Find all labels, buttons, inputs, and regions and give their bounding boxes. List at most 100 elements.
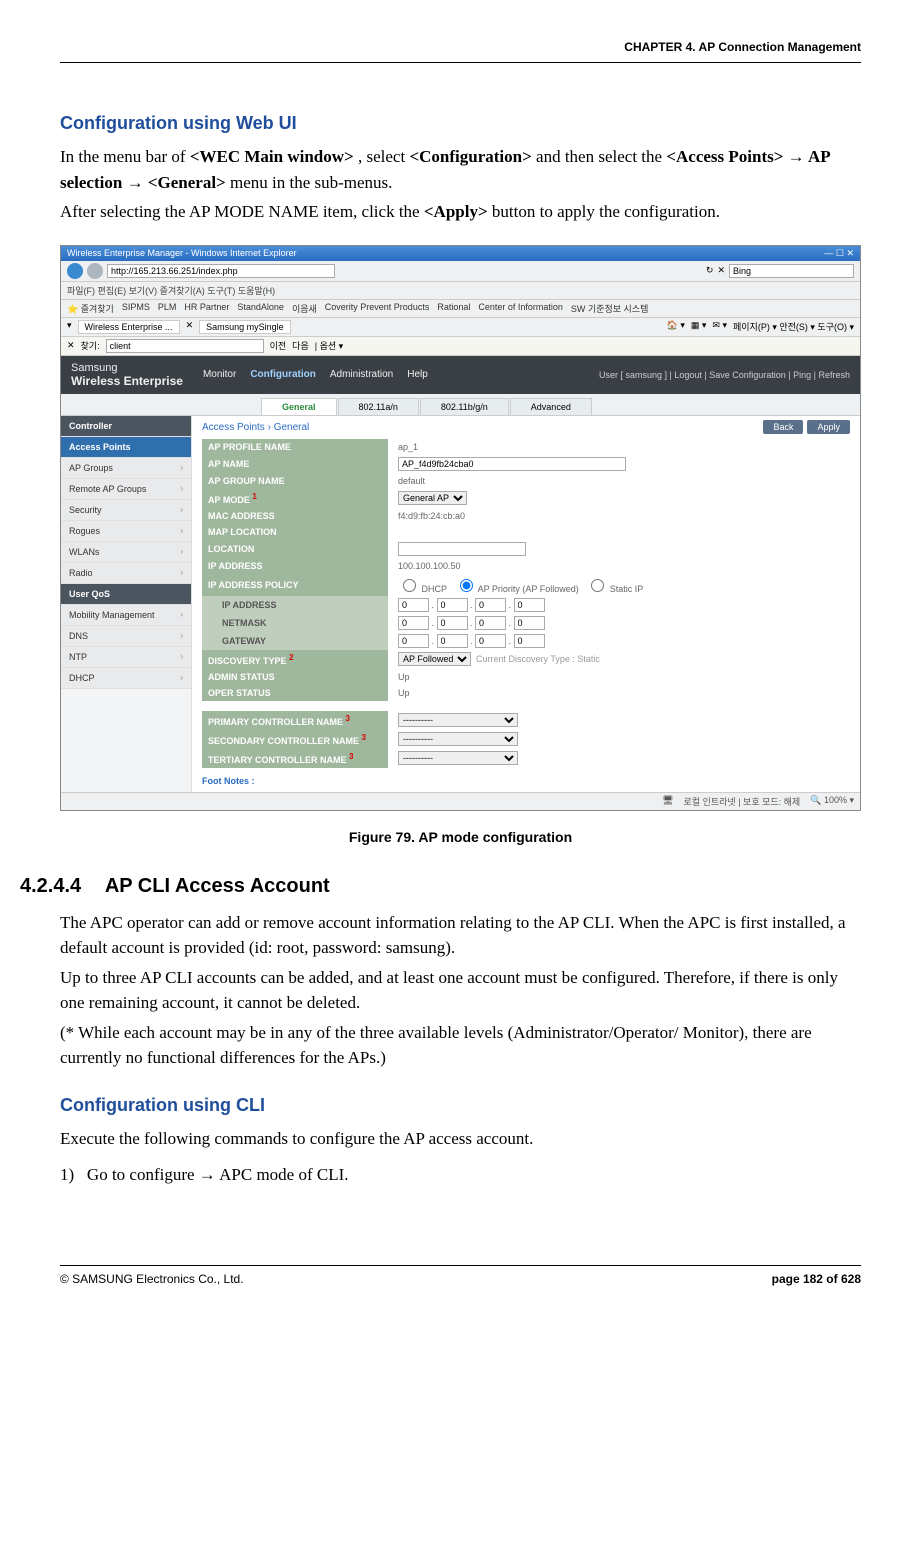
chevron-right-icon: › [180,484,183,493]
status-zoom[interactable]: 🔍 100% ▾ [810,795,854,808]
octet-input[interactable] [514,634,545,648]
window-controls[interactable]: — ☐ ✕ [824,248,854,259]
refresh-icon[interactable]: ↻ [706,265,714,276]
location-input[interactable] [398,542,526,556]
fav-item[interactable]: Coverity Prevent Products [325,302,430,315]
octet-input[interactable] [475,616,506,630]
nav-help[interactable]: Help [407,369,428,380]
octet-input[interactable] [475,598,506,612]
browser-tab[interactable]: Wireless Enterprise ... [78,320,180,334]
table-row: AP NAME [202,455,850,473]
fav-item[interactable]: 이음새 [292,302,317,315]
main-nav: Monitor Configuration Administration Hel… [203,369,428,380]
webui-paragraph-1: In the menu bar of <WEC Main window> , s… [60,144,861,195]
fav-item[interactable]: SW 기준정보 시스템 [571,302,648,315]
radio-dhcp[interactable] [403,579,416,592]
nav-configuration[interactable]: Configuration [250,369,316,380]
secondary-controller-select[interactable]: ---------- [398,732,518,746]
sidebar-item-controller[interactable]: Controller [61,416,191,437]
sidebar-item-rogues[interactable]: Rogues› [61,521,191,542]
apply-button[interactable]: Apply [807,420,850,434]
octet-input[interactable] [514,598,545,612]
tab-advanced[interactable]: Advanced [510,398,592,415]
radio-static[interactable] [591,579,604,592]
octet-input[interactable] [398,616,429,630]
radio-ap-priority[interactable] [460,579,473,592]
table-row: IP ADDRESS POLICY DHCP AP Priority (AP F… [202,574,850,596]
sidebar-item-wlans[interactable]: WLANs› [61,542,191,563]
sidebar-item-ntp[interactable]: NTP› [61,647,191,668]
para-4244-3: (* While each account may be in any of t… [60,1020,861,1071]
octet-input[interactable] [514,616,545,630]
feeds-icon[interactable]: ▦ ▾ [691,320,707,334]
find-label: 찾기: [81,339,100,352]
back-button[interactable]: Back [763,420,803,434]
nav-monitor[interactable]: Monitor [203,369,236,380]
octet-input[interactable] [475,634,506,648]
sidebar-item-mobility[interactable]: Mobility Management› [61,605,191,626]
octet-input[interactable] [437,634,468,648]
tab-80211bgn[interactable]: 802.11b/g/n [420,398,509,415]
table-row: ADMIN STATUSUp [202,669,850,685]
text-bold: <Configuration> [409,147,531,166]
find-close-icon[interactable]: ✕ [67,340,75,351]
tertiary-controller-select[interactable]: ---------- [398,751,518,765]
chapter-header: CHAPTER 4. AP Connection Management [60,40,861,58]
field-label: IP ADDRESS [202,596,388,614]
fav-item[interactable]: SIPMS [122,302,150,315]
section-number: 4.2.4.4 [20,875,100,898]
copyright: © SAMSUNG Electronics Co., Ltd. [60,1272,244,1286]
back-icon[interactable] [67,263,83,279]
field-label: AP NAME [202,455,388,473]
home-icon[interactable]: 🏠 ▾ [667,320,685,334]
find-next-button[interactable]: 다음 [292,339,309,352]
chevron-right-icon: › [180,652,183,661]
ap-mode-select[interactable]: General AP [398,491,467,505]
find-prev-button[interactable]: 이전 [270,339,287,352]
tab-80211an[interactable]: 802.11a/n [338,398,419,415]
tab-list-icon[interactable]: ▾ [67,320,72,334]
sidebar-item-radio[interactable]: Radio› [61,563,191,584]
chevron-right-icon: › [180,568,183,577]
octet-input[interactable] [437,598,468,612]
text: After selecting the AP MODE NAME item, c… [60,202,424,221]
url-input[interactable] [107,264,335,278]
primary-controller-select[interactable]: ---------- [398,713,518,727]
ie-menubar[interactable]: 파일(F) 편집(E) 보기(V) 즐겨찾기(A) 도구(T) 도움말(H) [61,282,860,300]
find-input[interactable] [106,339,264,353]
fav-item[interactable]: Center of Information [478,302,563,315]
fav-item[interactable]: StandAlone [237,302,284,315]
tab-close-icon[interactable]: ✕ [186,320,194,334]
chevron-right-icon: › [180,673,183,682]
tab-general[interactable]: General [261,398,337,415]
field-value: 100.100.100.50 [388,558,850,574]
nav-administration[interactable]: Administration [330,369,393,380]
stop-icon[interactable]: ✕ [717,265,725,276]
sidebar-item-remote-ap-groups[interactable]: Remote AP Groups› [61,479,191,500]
find-options[interactable]: | 옵션 ▾ [315,339,343,352]
table-row: IP ADDRESS100.100.100.50 [202,558,850,574]
toolbar-right[interactable]: 페이지(P) ▾ 안전(S) ▾ 도구(O) ▾ [733,320,854,334]
octet-input[interactable] [398,634,429,648]
user-links[interactable]: User [ samsung ] | Logout | Save Configu… [599,370,850,380]
octet-input[interactable] [398,598,429,612]
sidebar-item-dhcp[interactable]: DHCP› [61,668,191,689]
text: In the menu bar of [60,147,190,166]
sidebar-item-user-qos[interactable]: User QoS [61,584,191,605]
sidebar-item-dns[interactable]: DNS› [61,626,191,647]
fav-item[interactable]: PLM [158,302,177,315]
search-input[interactable] [729,264,854,278]
browser-tab[interactable]: Samsung mySingle [199,320,291,334]
sidebar-item-security[interactable]: Security› [61,500,191,521]
sidebar-item-ap-groups[interactable]: AP Groups› [61,458,191,479]
fav-item[interactable]: HR Partner [184,302,229,315]
field-label: MAC ADDRESS [202,508,388,524]
discovery-select[interactable]: AP Followed [398,652,471,666]
octet-input[interactable] [437,616,468,630]
fav-item[interactable]: Rational [437,302,470,315]
sidebar-item-access-points[interactable]: Access Points [61,437,191,458]
forward-icon[interactable] [87,263,103,279]
mail-icon[interactable]: ✉ ▾ [712,320,727,334]
ap-name-input[interactable] [398,457,626,471]
text: menu in the sub-menus. [230,173,392,192]
